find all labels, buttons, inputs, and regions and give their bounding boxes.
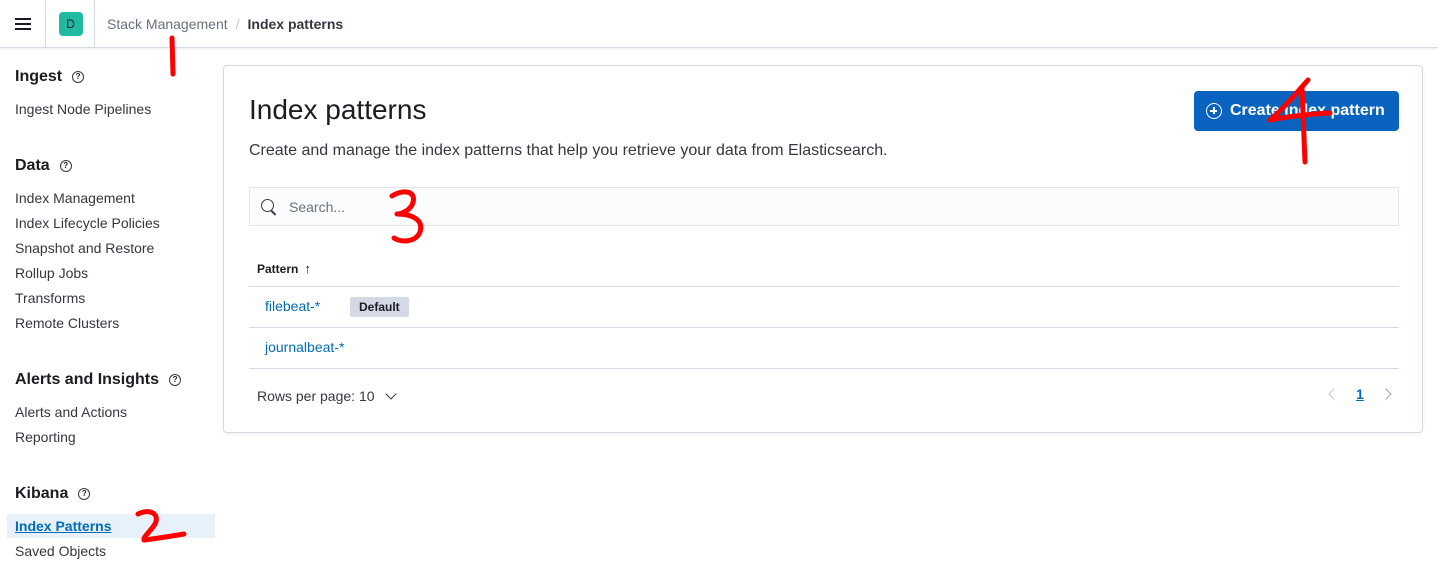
sidebar-item-index-management[interactable]: Index Management: [15, 190, 135, 206]
sidebar-item-index-patterns[interactable]: Index Patterns: [15, 518, 111, 534]
help-icon[interactable]: ?: [72, 71, 85, 83]
sidebar-item-alerts-and-actions[interactable]: Alerts and Actions: [15, 404, 127, 420]
table-divider: [249, 368, 1399, 369]
search-input[interactable]: [289, 198, 1289, 215]
sidebar-item-saved-objects[interactable]: Saved Objects: [15, 543, 106, 559]
sidebar-item-snapshot-and-restore[interactable]: Snapshot and Restore: [15, 240, 154, 256]
breadcrumb-stack-management[interactable]: Stack Management: [107, 16, 228, 32]
search-bar[interactable]: [249, 187, 1399, 226]
help-icon[interactable]: ?: [78, 488, 91, 500]
menu-toggle-button[interactable]: [0, 0, 46, 48]
sidebar-item-index-lifecycle-policies[interactable]: Index Lifecycle Policies: [15, 215, 160, 231]
space-selector[interactable]: D: [47, 0, 95, 48]
help-icon[interactable]: ?: [59, 160, 72, 172]
space-avatar[interactable]: D: [58, 12, 83, 36]
sidebar-item-transforms[interactable]: Transforms: [15, 290, 85, 306]
breadcrumb-current: Index patterns: [247, 16, 344, 32]
help-icon[interactable]: ?: [169, 374, 182, 386]
breadcrumb-separator: /: [235, 16, 240, 32]
sidebar-section-kibana: Kibana ?: [15, 485, 91, 503]
pattern-link-journalbeat[interactable]: journalbeat-*: [265, 339, 344, 355]
section-title: Kibana: [15, 485, 69, 502]
section-title: Ingest: [15, 68, 63, 85]
next-page-icon[interactable]: [1380, 388, 1392, 400]
create-button-label: Create index pattern: [1230, 102, 1385, 119]
column-header-pattern[interactable]: Pattern ↑: [257, 261, 311, 276]
create-index-pattern-button[interactable]: Create index pattern: [1194, 91, 1399, 131]
top-header: D Stack Management / Index patterns: [0, 0, 1438, 48]
hamburger-icon: [14, 18, 31, 30]
rows-per-page-label: Rows per page: 10: [257, 388, 375, 404]
table-divider: [249, 286, 1399, 287]
page-description: Create and manage the index patterns tha…: [249, 142, 888, 159]
sidebar-item-reporting[interactable]: Reporting: [15, 429, 76, 445]
pagination: 1: [1328, 386, 1392, 402]
column-header-label: Pattern: [257, 261, 299, 276]
sidebar-item-remote-clusters[interactable]: Remote Clusters: [15, 315, 119, 331]
search-icon: [261, 198, 277, 215]
main-panel: Index patterns Create and manage the ind…: [223, 65, 1423, 433]
rows-per-page-select[interactable]: Rows per page: 10: [257, 388, 397, 404]
sidebar-item-ingest-node-pipelines[interactable]: Ingest Node Pipelines: [15, 101, 151, 117]
sidebar-section-alerts-and-insights: Alerts and Insights ?: [15, 371, 182, 389]
sidebar-item-rollup-jobs[interactable]: Rollup Jobs: [15, 265, 88, 281]
page-number[interactable]: 1: [1356, 386, 1364, 402]
chevron-down-icon: [384, 388, 397, 400]
sidebar-section-data: Data ?: [15, 157, 72, 175]
plus-in-circle-icon: [1206, 103, 1222, 119]
pattern-link-filebeat[interactable]: filebeat-*: [265, 298, 320, 314]
section-title: Alerts and Insights: [15, 371, 160, 388]
sidebar-section-ingest: Ingest ?: [15, 68, 85, 86]
default-badge: Default: [350, 297, 409, 317]
section-title: Data: [15, 157, 50, 174]
sidebar: Ingest ? Ingest Node Pipelines Data ? In…: [0, 49, 222, 568]
breadcrumb: Stack Management / Index patterns: [107, 16, 343, 32]
table-divider: [249, 327, 1399, 328]
page-title: Index patterns: [249, 94, 427, 125]
previous-page-icon[interactable]: [1328, 388, 1340, 400]
sort-ascending-icon: ↑: [304, 261, 311, 276]
